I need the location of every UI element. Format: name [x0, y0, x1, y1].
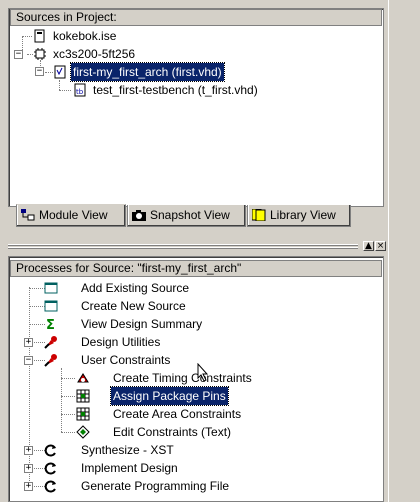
- process-label: Edit Constraints (Text): [113, 425, 232, 439]
- tab-snapshot-view[interactable]: Snapshot View: [127, 205, 246, 227]
- tree-line: [59, 90, 71, 91]
- tab-library-view[interactable]: Library View: [247, 205, 351, 227]
- tools-icon: [44, 335, 58, 349]
- document-icon: [44, 281, 58, 295]
- tree-item-label: xc3s200-5ft256: [53, 47, 136, 61]
- sigma-icon: Σ: [44, 317, 58, 331]
- tree-line: [29, 288, 45, 289]
- process-label: Create New Source: [81, 299, 186, 313]
- tree-item-label: kokebok.ise: [53, 29, 117, 43]
- processes-header: Processes for Source: "first-my_first_ar…: [10, 260, 382, 277]
- splitter-grip: [8, 244, 358, 246]
- expand-toggle[interactable]: +: [24, 482, 33, 491]
- mouse-cursor-icon: [197, 363, 209, 382]
- process-label: Create Timing Constraints: [113, 371, 252, 385]
- grid-icon: [76, 389, 90, 403]
- collapse-toggle[interactable]: −: [24, 356, 33, 365]
- close-button[interactable]: ×: [375, 241, 386, 251]
- tab-label: Snapshot View: [150, 208, 230, 222]
- process-label: View Design Summary: [81, 317, 203, 331]
- tree-line: [29, 324, 45, 325]
- process-label: Implement Design: [81, 461, 178, 475]
- project-file-icon: [33, 29, 47, 43]
- document-icon: [44, 299, 58, 313]
- splitter-grip: [8, 247, 358, 249]
- grid-icon: [76, 407, 90, 421]
- collapse-toggle[interactable]: −: [14, 50, 23, 59]
- process-label: Design Utilities: [81, 335, 161, 349]
- tree-line: [61, 414, 75, 415]
- tab-label: Module View: [39, 208, 108, 222]
- process-label: Create Area Constraints: [113, 407, 242, 421]
- tree-line: [29, 287, 30, 487]
- tree-line: [59, 80, 60, 90]
- tree-line: [61, 432, 75, 433]
- chip-icon: [33, 47, 47, 61]
- expand-toggle[interactable]: +: [24, 446, 33, 455]
- cycle-icon: [44, 461, 58, 475]
- testbench-file-icon: tb: [73, 83, 87, 97]
- cycle-icon: [44, 443, 58, 457]
- minimize-button[interactable]: ▲: [363, 241, 374, 251]
- process-label: Add Existing Source: [81, 281, 190, 295]
- tree-line: [29, 306, 45, 307]
- tab-label: Library View: [270, 208, 336, 222]
- tree-line: [22, 36, 32, 37]
- timing-icon: [76, 371, 90, 385]
- camera-icon: [132, 209, 146, 221]
- process-label: User Constraints: [81, 353, 171, 367]
- process-label: Assign Package Pins: [110, 386, 229, 406]
- tab-module-view[interactable]: Module View: [16, 204, 126, 227]
- expand-toggle[interactable]: +: [24, 464, 33, 473]
- module-view-icon: [21, 209, 35, 221]
- process-label: Generate Programming File: [81, 479, 230, 493]
- panel-splitter[interactable]: ▲ ×: [0, 238, 420, 254]
- tree-line: [61, 378, 75, 379]
- tree-item-label: test_first-testbench (t_first.vhd): [93, 83, 258, 97]
- collapse-toggle[interactable]: −: [35, 67, 44, 76]
- expand-toggle[interactable]: +: [24, 338, 33, 347]
- tree-item-label: first-my_first_arch (first.vhd): [70, 62, 225, 82]
- tree-line: [61, 396, 75, 397]
- tools-icon: [44, 353, 58, 367]
- edit-icon: [76, 425, 90, 439]
- cycle-icon: [44, 479, 58, 493]
- tree-line: [45, 72, 53, 73]
- vhdl-file-icon: [53, 65, 67, 79]
- sources-header: Sources in Project:: [10, 9, 382, 26]
- process-label: Synthesize - XST: [81, 443, 174, 457]
- svg-text:Σ: Σ: [46, 318, 55, 331]
- library-icon: [252, 209, 266, 221]
- svg-text:tb: tb: [76, 88, 84, 96]
